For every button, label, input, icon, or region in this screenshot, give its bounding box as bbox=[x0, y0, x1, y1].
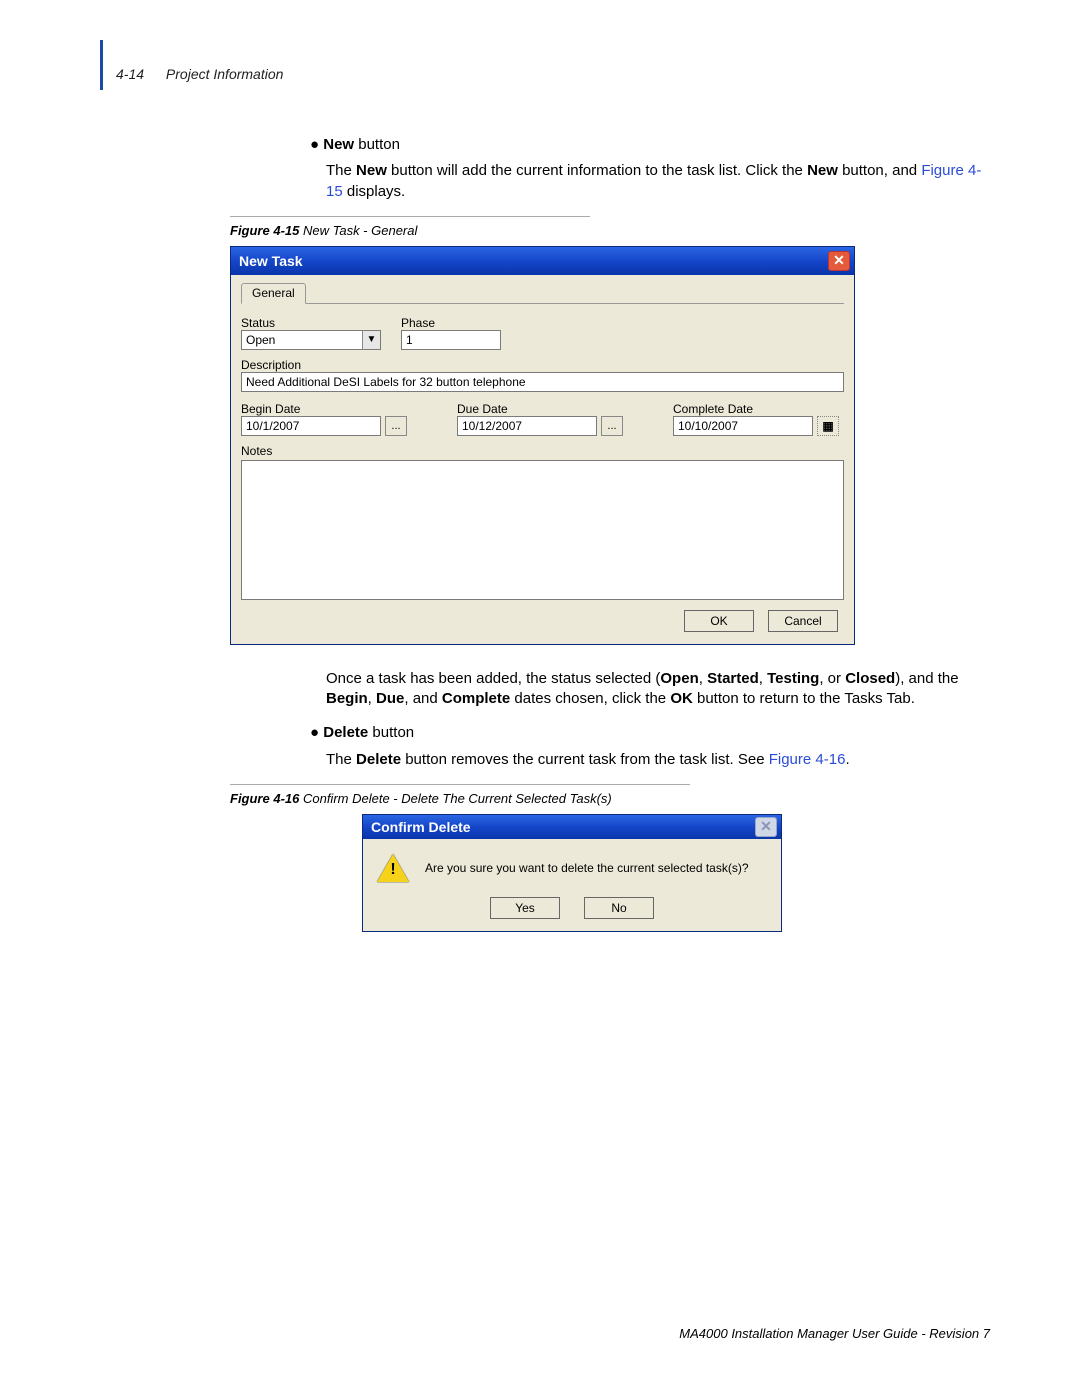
bullet-new-rest: button bbox=[354, 136, 400, 153]
paragraph-delete: The Delete button removes the current ta… bbox=[326, 750, 990, 770]
header-rule bbox=[100, 40, 103, 90]
description-label: Description bbox=[241, 358, 844, 372]
new-task-titlebar: New Task ✕ bbox=[231, 247, 854, 275]
bullet-delete-rest: button bbox=[368, 724, 414, 741]
header-page-number: 4-14 bbox=[116, 66, 144, 82]
begin-date-label: Begin Date bbox=[241, 402, 407, 416]
status-value: Open bbox=[246, 333, 275, 347]
notes-textarea[interactable] bbox=[241, 460, 844, 600]
status-select[interactable]: Open ▼ bbox=[241, 330, 381, 350]
due-date-input[interactable]: 10/12/2007 bbox=[457, 416, 597, 436]
bullet-new-bold: New bbox=[323, 136, 354, 153]
bullet-delete: Delete button bbox=[310, 723, 990, 743]
warning-icon: ! bbox=[377, 853, 409, 883]
cancel-button[interactable]: Cancel bbox=[768, 610, 838, 632]
ok-button[interactable]: OK bbox=[684, 610, 754, 632]
begin-date-picker-button[interactable]: ... bbox=[385, 416, 407, 436]
page-footer: MA4000 Installation Manager User Guide -… bbox=[679, 1326, 990, 1341]
tab-general[interactable]: General bbox=[241, 283, 306, 304]
page-header: 4-14 Project Information bbox=[116, 66, 283, 82]
figure-16-caption: Figure 4-16 Confirm Delete - Delete The … bbox=[230, 791, 990, 806]
complete-date-input[interactable]: 10/10/2007 bbox=[673, 416, 813, 436]
no-button[interactable]: No bbox=[584, 897, 654, 919]
figure-16-rule bbox=[230, 784, 690, 785]
phase-label: Phase bbox=[401, 316, 501, 330]
header-section: Project Information bbox=[166, 66, 284, 82]
chevron-down-icon[interactable]: ▼ bbox=[362, 331, 380, 349]
yes-button[interactable]: Yes bbox=[490, 897, 560, 919]
due-date-label: Due Date bbox=[457, 402, 623, 416]
close-icon: ✕ bbox=[755, 817, 777, 837]
phase-input[interactable]: 1 bbox=[401, 330, 501, 350]
confirm-delete-titlebar: Confirm Delete ✕ bbox=[363, 815, 781, 839]
confirm-delete-window: Confirm Delete ✕ ! Are you sure you want… bbox=[362, 814, 782, 932]
figure-15-rule bbox=[230, 216, 590, 217]
figure-15-caption: Figure 4-15 New Task - General bbox=[230, 223, 990, 238]
paragraph-new: The New button will add the current info… bbox=[326, 161, 990, 202]
calendar-icon[interactable]: ▦ bbox=[817, 416, 839, 436]
confirm-delete-message: Are you sure you want to delete the curr… bbox=[425, 861, 749, 875]
bullet-new: New button bbox=[310, 135, 990, 155]
notes-label: Notes bbox=[241, 444, 844, 458]
new-task-title: New Task bbox=[239, 253, 303, 269]
begin-date-input[interactable]: 10/1/2007 bbox=[241, 416, 381, 436]
bullet-delete-bold: Delete bbox=[323, 724, 368, 741]
paragraph-status: Once a task has been added, the status s… bbox=[326, 669, 990, 710]
due-date-picker-button[interactable]: ... bbox=[601, 416, 623, 436]
status-label: Status bbox=[241, 316, 381, 330]
figref-4-16[interactable]: Figure 4-16 bbox=[769, 751, 846, 768]
complete-date-label: Complete Date bbox=[673, 402, 839, 416]
close-icon[interactable]: ✕ bbox=[828, 251, 850, 271]
confirm-delete-title: Confirm Delete bbox=[371, 819, 471, 835]
new-task-window: New Task ✕ General Status Open ▼ bbox=[230, 246, 855, 645]
description-input[interactable]: Need Additional DeSI Labels for 32 butto… bbox=[241, 372, 844, 392]
